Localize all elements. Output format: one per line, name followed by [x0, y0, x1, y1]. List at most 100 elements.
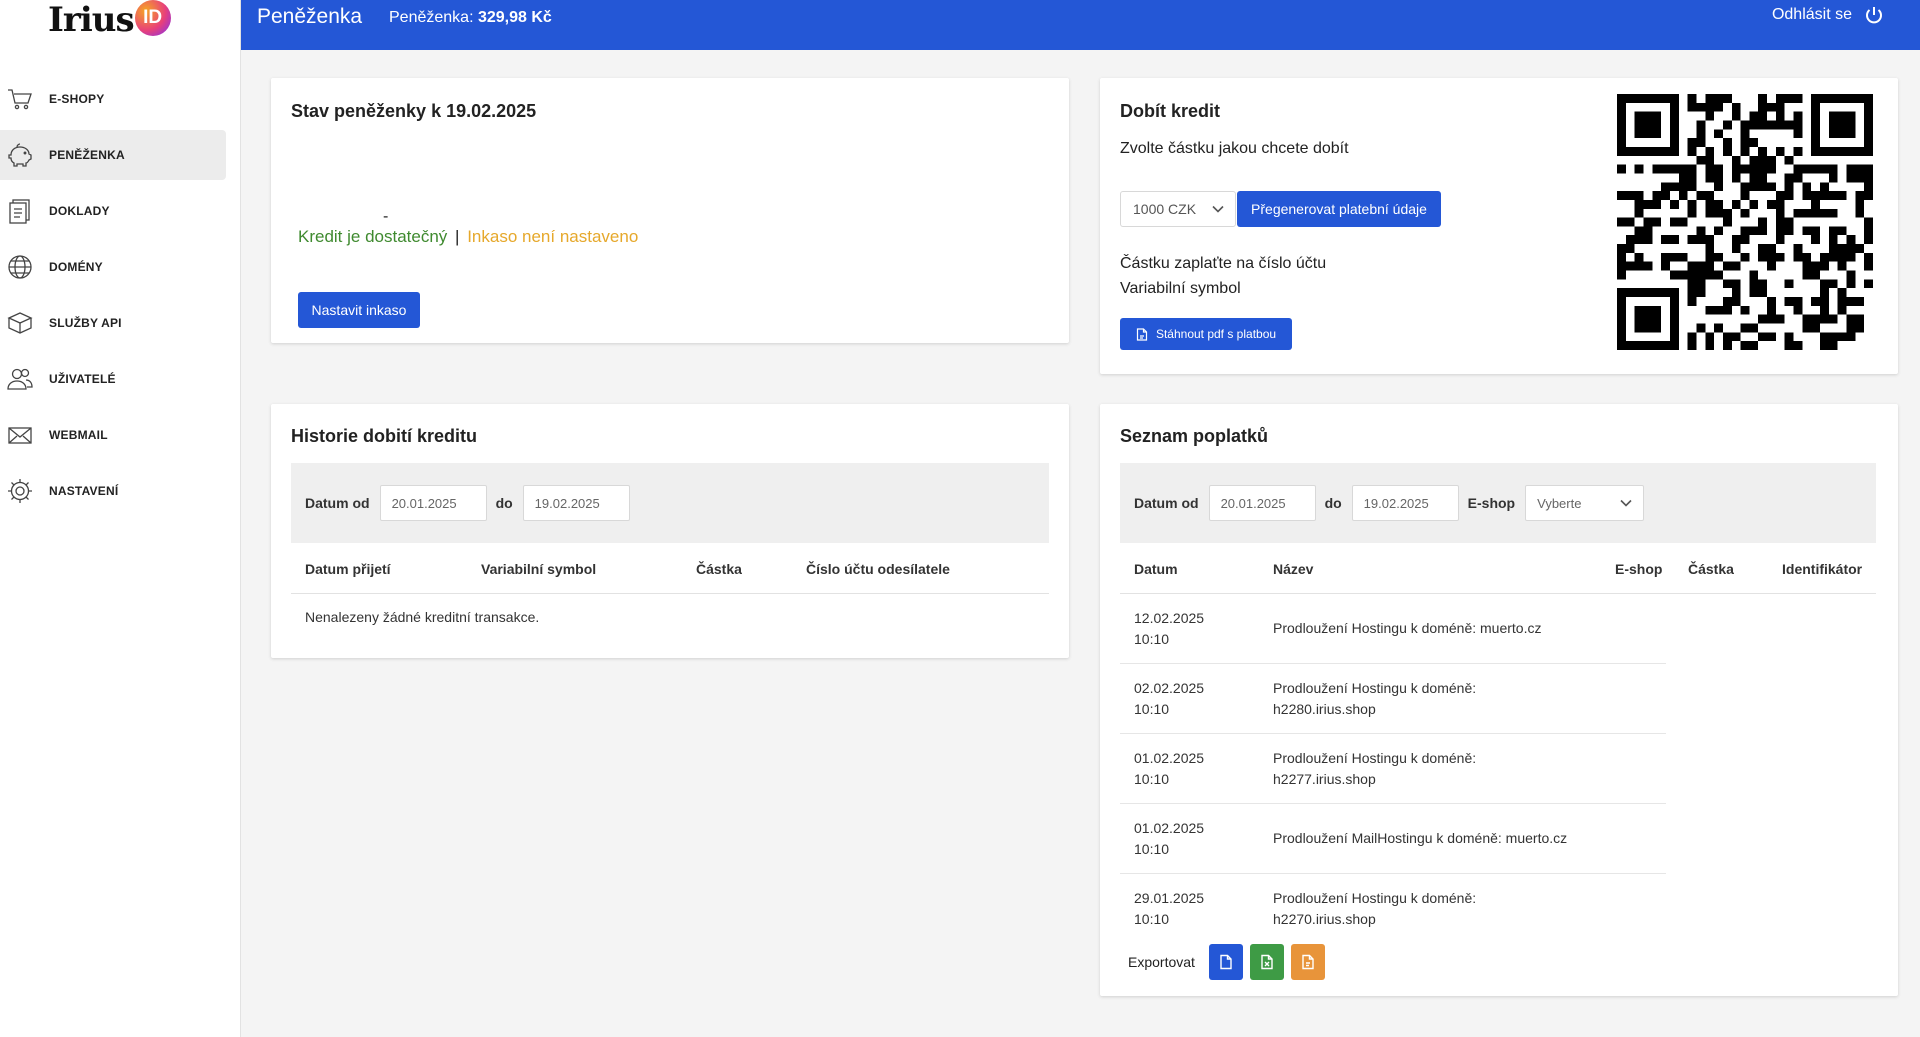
- table-row[interactable]: 01.02.2025 10:10 Prodloužení MailHosting…: [1120, 804, 1666, 874]
- fee-date: 29.01.2025 10:10: [1134, 888, 1204, 930]
- sidebar-item-penezenka[interactable]: PENĚŽENKA: [0, 130, 226, 180]
- credit-status: Kredit je dostatečný | Inkaso není nasta…: [298, 227, 638, 247]
- fee-date-day: 12.02.2025: [1134, 610, 1205, 626]
- fee-date-day: 02.02.2025: [1134, 680, 1205, 696]
- topup-subtitle: Zvolte částku jakou chcete dobít: [1120, 140, 1349, 157]
- column-header[interactable]: Variabilní symbol: [481, 561, 596, 577]
- inkaso-status-text: Inkaso není nastaveno: [467, 227, 639, 246]
- empty-message: Nenalezeny žádné kreditní transakce.: [305, 609, 540, 625]
- history-filter-bar: Datum od do: [291, 463, 1049, 543]
- eshop-select[interactable]: Vyberte: [1525, 485, 1645, 521]
- set-inkaso-button[interactable]: Nastavit inkaso: [298, 292, 420, 328]
- chevron-down-icon: [1212, 205, 1224, 213]
- fee-date: 02.02.2025 10:10: [1134, 678, 1204, 720]
- credit-ok-text: Kredit je dostatečný: [298, 227, 448, 246]
- logo-text: Irius: [48, 0, 135, 40]
- sidebar-item-label: UŽIVATELÉ: [49, 372, 116, 386]
- balance-label: Peněženka:: [389, 9, 474, 26]
- amount-selected: 1000 CZK: [1133, 201, 1197, 217]
- logout-button[interactable]: Odhlásit se: [1772, 5, 1884, 25]
- topup-card: Dobít kredit Zvolte částku jakou chcete …: [1100, 78, 1898, 374]
- sidebar-item-label: DOMÉNY: [49, 260, 103, 274]
- table-row[interactable]: 12.02.2025 10:10 Prodloužení Hostingu k …: [1120, 594, 1666, 664]
- column-header[interactable]: Datum: [1134, 561, 1178, 577]
- sidebar-item-label: SLUŽBY API: [49, 316, 122, 330]
- column-header[interactable]: Částka: [696, 561, 742, 577]
- export-label: Exportovat: [1128, 954, 1195, 970]
- sidebar-item-label: E-SHOPY: [49, 92, 105, 106]
- sidebar-item-label: NASTAVENÍ: [49, 484, 119, 498]
- users-icon: [6, 365, 34, 393]
- export-doc-button[interactable]: [1208, 944, 1243, 980]
- fee-name: Prodloužení Hostingu k doméně: muerto.cz: [1273, 620, 1542, 636]
- table-row[interactable]: 29.01.2025 10:10 Prodloužení Hostingu k …: [1120, 874, 1666, 944]
- export-bar: Exportovat: [1128, 944, 1325, 980]
- logo[interactable]: Irius ID: [48, 0, 171, 40]
- fee-date-time: 10:10: [1134, 701, 1170, 717]
- page-title: Peněženka: [257, 5, 363, 28]
- topup-title: Dobít kredit: [1120, 101, 1221, 121]
- sidebar-item-uzivatele[interactable]: UŽIVATELÉ: [0, 354, 226, 404]
- fee-date-day: 01.02.2025: [1134, 750, 1205, 766]
- fee-name: Prodloužení Hostingu k doméně: h2280.iri…: [1273, 680, 1477, 717]
- fees-date-to-input[interactable]: [1351, 485, 1459, 521]
- column-header[interactable]: Částka: [1688, 561, 1734, 577]
- column-header[interactable]: E-shop: [1615, 561, 1662, 577]
- date-to-label: do: [495, 495, 513, 511]
- fees-date-from-input[interactable]: [1208, 485, 1316, 521]
- marker: -: [383, 208, 389, 225]
- sidebar-item-label: DOKLADY: [49, 204, 110, 218]
- gear-icon: [6, 477, 34, 505]
- date-from-label: Datum od: [1134, 495, 1199, 511]
- payment-qr-code: [1617, 94, 1873, 350]
- download-pdf-button[interactable]: Stáhnout pdf s platbou: [1120, 318, 1292, 350]
- sidebar-item-sluzby-api[interactable]: SLUŽBY API: [0, 298, 226, 348]
- history-title: Historie dobití kreditu: [291, 426, 478, 446]
- sidebar-item-doklady[interactable]: DOKLADY: [0, 186, 226, 236]
- history-date-from-input[interactable]: [379, 485, 487, 521]
- column-header[interactable]: Identifikátor: [1782, 561, 1862, 577]
- variable-symbol-label: Variabilní symbol: [1120, 280, 1241, 297]
- table-row[interactable]: 02.02.2025 10:10 Prodloužení Hostingu k …: [1120, 664, 1666, 734]
- sidebar: Irius ID E-SHOPY PENĚŽENKA DOKLADY DOMÉN…: [0, 0, 241, 1037]
- sidebar-item-domeny[interactable]: DOMÉNY: [0, 242, 226, 292]
- power-icon: [1866, 7, 1882, 24]
- amount-select[interactable]: 1000 CZK: [1120, 191, 1236, 227]
- qr-modules: [1617, 94, 1873, 350]
- sidebar-item-webmail[interactable]: WEBMAIL: [0, 410, 226, 460]
- fee-date: 01.02.2025 10:10: [1134, 748, 1204, 790]
- cart-icon: [6, 85, 34, 113]
- fee-name: Prodloužení MailHostingu k doméně: muert…: [1273, 830, 1568, 846]
- payment-info: Částku zaplaťte na číslo účtu Variabilní…: [1120, 251, 1326, 301]
- sidebar-item-nastaveni[interactable]: NASTAVENÍ: [0, 466, 226, 516]
- column-header[interactable]: Název: [1273, 561, 1313, 577]
- history-date-to-input[interactable]: [522, 485, 630, 521]
- sidebar-item-eshopy[interactable]: E-SHOPY: [0, 74, 226, 124]
- fee-date-time: 10:10: [1134, 841, 1170, 857]
- wallet-state-title: Stav peněženky k 19.02.2025: [291, 101, 537, 121]
- account-number-label: Částku zaplaťte na číslo účtu: [1120, 255, 1327, 272]
- file-excel-icon: [1261, 954, 1273, 970]
- file-pdf-icon: [1302, 954, 1314, 970]
- fees-filter-bar: Datum od do E-shop Vyberte: [1120, 463, 1876, 543]
- export-pdf-button[interactable]: [1290, 944, 1325, 980]
- export-excel-button[interactable]: [1249, 944, 1284, 980]
- fee-date-time: 10:10: [1134, 631, 1170, 647]
- fee-date: 01.02.2025 10:10: [1134, 818, 1204, 860]
- column-header[interactable]: Datum přijetí: [305, 561, 391, 577]
- balance-value: 329,98 Kč: [477, 9, 552, 26]
- date-from-label: Datum od: [305, 495, 370, 511]
- fee-date-day: 01.02.2025: [1134, 820, 1205, 836]
- fee-date-time: 10:10: [1134, 771, 1170, 787]
- sidebar-item-label: PENĚŽENKA: [49, 148, 125, 162]
- column-header[interactable]: Číslo účtu odesílatele: [806, 561, 950, 577]
- fee-name: Prodloužení Hostingu k doméně: h2277.iri…: [1273, 750, 1477, 787]
- logo-badge: ID: [134, 0, 171, 36]
- sidebar-item-label: WEBMAIL: [49, 428, 108, 442]
- topbar: Peněženka Peněženka: 329,98 Kč Odhlásit …: [241, 0, 1920, 50]
- wallet-balance: Peněženka: 329,98 Kč: [389, 9, 552, 27]
- download-pdf-label: Stáhnout pdf s platbou: [1155, 327, 1277, 341]
- fee-name: Prodloužení Hostingu k doméně: h2270.iri…: [1273, 890, 1477, 927]
- regenerate-payment-button[interactable]: Přegenerovat platební údaje: [1237, 191, 1441, 227]
- table-row[interactable]: 01.02.2025 10:10 Prodloužení Hostingu k …: [1120, 734, 1666, 804]
